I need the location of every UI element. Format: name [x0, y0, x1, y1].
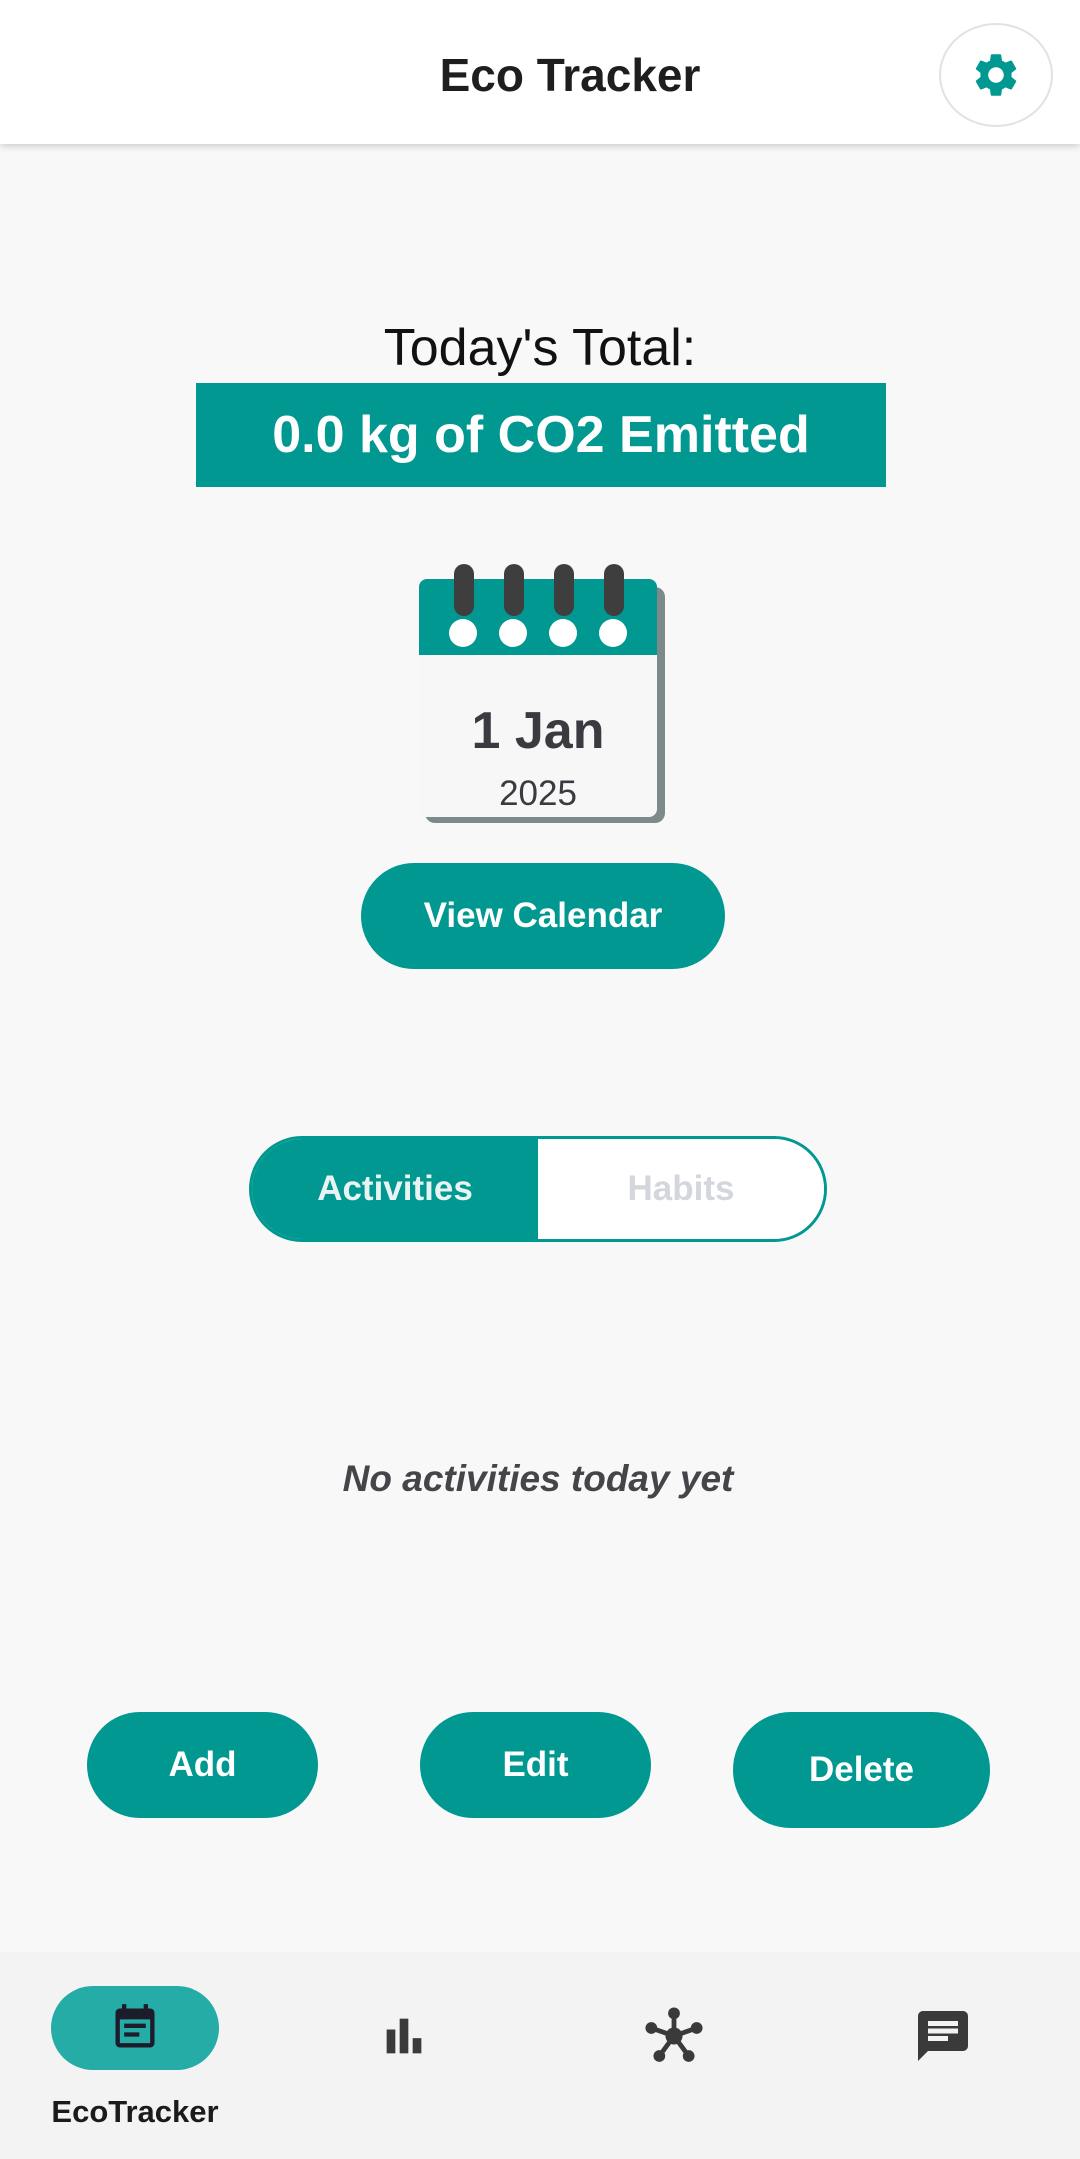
binder-ring — [454, 564, 474, 616]
network-icon — [642, 2004, 706, 2068]
view-calendar-button[interactable]: View Calendar — [361, 863, 725, 969]
binder-ring — [604, 564, 624, 616]
calendar-year: 2025 — [499, 774, 577, 813]
nav-active-indicator — [51, 1986, 219, 2070]
activities-habits-toggle: Activities Habits — [249, 1136, 827, 1242]
app-title: Eco Tracker — [439, 49, 701, 101]
binder-ring — [554, 564, 574, 616]
gear-icon — [975, 54, 1017, 96]
tab-habits[interactable]: Habits — [538, 1139, 824, 1239]
bottom-navigation: EcoTracker — [0, 1952, 1080, 2159]
chat-icon — [913, 2006, 973, 2066]
edit-button[interactable]: Edit — [420, 1712, 651, 1818]
bar-chart-icon — [376, 2008, 432, 2064]
nav-label-ecotracker: EcoTracker — [51, 2094, 219, 2129]
ring-hole — [449, 619, 477, 647]
today-total-label: Today's Total: — [383, 319, 697, 377]
calendar-day: 1 Jan — [471, 702, 605, 760]
settings-button[interactable] — [939, 23, 1053, 127]
tab-activities[interactable]: Activities — [252, 1139, 538, 1239]
delete-button[interactable]: Delete — [733, 1712, 990, 1828]
add-button[interactable]: Add — [87, 1712, 318, 1818]
ring-hole — [549, 619, 577, 647]
top-app-bar: Eco Tracker — [0, 0, 1080, 144]
binder-ring — [504, 564, 524, 616]
calendar-icon[interactable]: 1 Jan 2025 — [415, 562, 667, 826]
empty-activities-message: No activities today yet — [342, 1458, 734, 1499]
ring-hole — [599, 619, 627, 647]
nav-item-ecotracker[interactable]: EcoTracker — [0, 1952, 270, 2159]
nav-item-network[interactable] — [540, 1952, 810, 2159]
calendar-page: 1 Jan 2025 — [419, 579, 657, 817]
nav-item-chat[interactable] — [810, 1952, 1080, 2159]
nav-item-stats[interactable] — [270, 1952, 540, 2159]
co2-total-banner: 0.0 kg of CO2 Emitted — [196, 383, 886, 487]
notes-icon — [115, 2004, 155, 2048]
ring-hole — [499, 619, 527, 647]
co2-total-text: 0.0 kg of CO2 Emitted — [272, 406, 810, 464]
